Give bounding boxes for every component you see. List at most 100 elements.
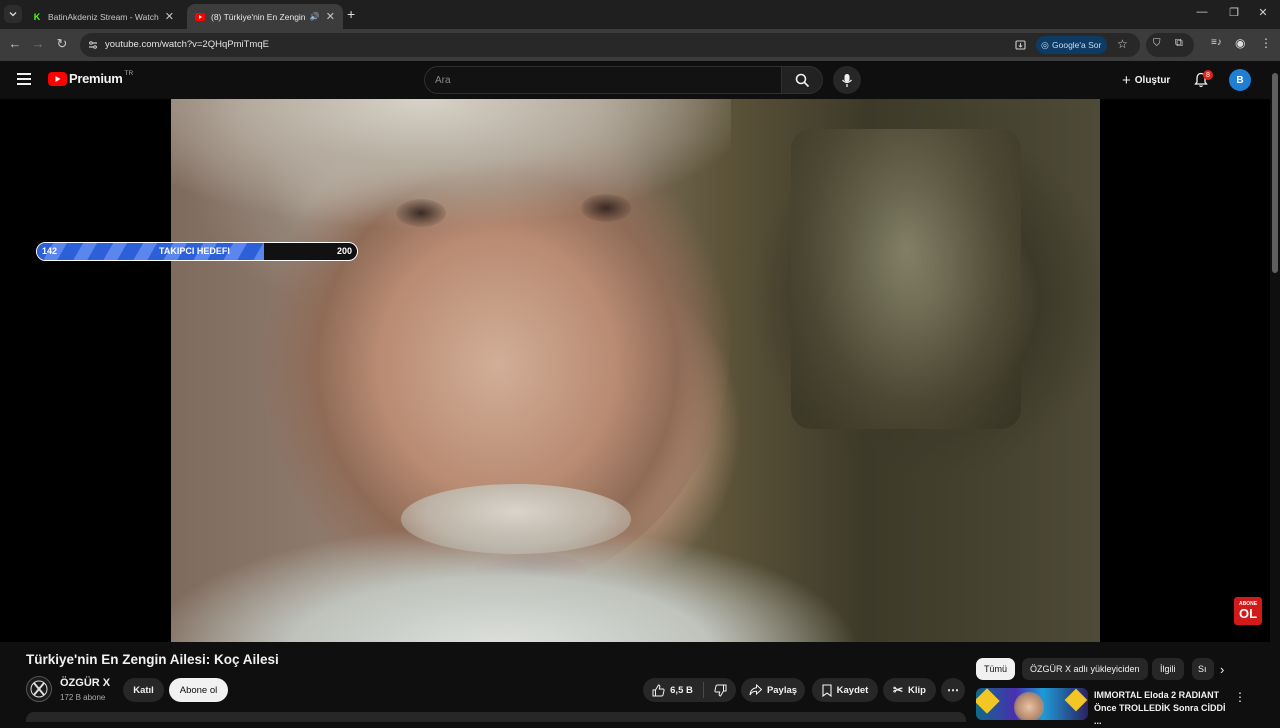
search-icon: [795, 73, 809, 87]
google-ask-button[interactable]: ◎ Google'a Sor: [1036, 36, 1108, 54]
google-ask-label: Google'a Sor: [1052, 40, 1102, 50]
channel-logo-icon: [30, 680, 48, 698]
forward-icon[interactable]: →: [29, 36, 47, 51]
reload-icon[interactable]: ↻: [53, 36, 71, 52]
like-dislike-group: 6,5 B: [643, 678, 736, 702]
kick-icon: K: [33, 11, 41, 22]
channel-avatar[interactable]: [26, 676, 52, 702]
tab-title: (8) Türkiye'nin En Zengin Ai: [211, 11, 306, 22]
recommendation-title[interactable]: IMMORTAL Eloda 2 RADIANT Önce TROLLEDİK …: [1094, 689, 1234, 728]
new-tab-button[interactable]: +: [347, 6, 355, 22]
speaker-icon[interactable]: 🔊: [310, 12, 320, 21]
save-label: Kaydet: [836, 684, 869, 696]
url-text: youtube.com/watch?v=2QHqPmiTmqE: [105, 39, 269, 50]
create-label: Oluştur: [1134, 74, 1171, 86]
address-bar[interactable]: youtube.com/watch?v=2QHqPmiTmqE ◎ Google…: [80, 33, 1140, 57]
subscribe-watermark[interactable]: ABONE OL: [1234, 597, 1262, 625]
profile-icon[interactable]: ◉: [1235, 36, 1245, 50]
search-input[interactable]: [425, 67, 781, 93]
channel-name[interactable]: ÖZGÜR X: [60, 677, 110, 689]
video-title: Türkiye'nin En Zengin Ailesi: Koç Ailesi: [26, 652, 279, 667]
video-eye-left: [396, 199, 446, 227]
watermark-line2: OL: [1238, 606, 1258, 621]
video-player[interactable]: 142 TAKIPCI HEDEFI 200 ABONE OL: [0, 99, 1270, 642]
clip-button[interactable]: ✂ Klip: [883, 678, 936, 702]
bookmark-icon: [822, 683, 832, 697]
video-hair: [171, 99, 731, 229]
logo-region: TR: [124, 70, 134, 77]
tab-title: BatinAkdeniz Stream - Watch Li: [48, 11, 159, 22]
tab-search-button[interactable]: [4, 5, 22, 23]
close-tab-icon[interactable]: ✕: [326, 10, 335, 23]
youtube-header: Premium TR + Oluştur 8 B: [0, 61, 1280, 99]
rank-badge-icon: [1064, 688, 1088, 712]
follower-goal-fill: [37, 243, 265, 260]
puzzle-icon[interactable]: ⧉: [1175, 37, 1183, 50]
share-button[interactable]: Paylaş: [741, 678, 805, 702]
clip-label: Klip: [908, 684, 926, 696]
join-button[interactable]: Katıl: [123, 678, 164, 702]
chip-truncated[interactable]: Sı: [1192, 658, 1214, 680]
video-background-clock: [791, 129, 1021, 429]
notification-count-badge: 8: [1203, 70, 1213, 80]
like-divider: [702, 682, 704, 698]
thumbnail-character: [1014, 692, 1044, 720]
chevron-right-icon[interactable]: ›: [1220, 662, 1224, 677]
search-box: [424, 66, 782, 94]
account-avatar[interactable]: B: [1229, 69, 1251, 91]
thumbs-up-icon: [652, 683, 665, 696]
video-frame[interactable]: [171, 99, 1100, 642]
plus-icon: +: [1122, 71, 1131, 89]
youtube-premium-logo[interactable]: Premium TR: [48, 70, 134, 86]
shield-icon[interactable]: ⛉: [1153, 38, 1161, 49]
follower-goal-bar: 142 TAKIPCI HEDEFI 200: [36, 242, 358, 261]
description-box[interactable]: [26, 712, 966, 722]
browser-toolbar: ← → ↻ youtube.com/watch?v=2QHqPmiTmqE ◎ …: [0, 29, 1280, 61]
chip-related[interactable]: İlgili: [1152, 658, 1184, 680]
minimize-icon[interactable]: —: [1187, 6, 1217, 18]
recommendation-thumbnail[interactable]: [976, 688, 1088, 720]
kebab-menu-icon[interactable]: ⋮: [1234, 690, 1246, 704]
subscribe-button[interactable]: Abone ol: [169, 678, 228, 702]
goal-target-value: 200: [336, 246, 352, 256]
media-control-icon[interactable]: ≡♪: [1211, 37, 1222, 48]
youtube-logo-icon: [48, 71, 67, 86]
rank-badge-icon: [976, 688, 1000, 714]
chrome-menu-icon[interactable]: ⋮: [1260, 36, 1272, 50]
goal-label: TAKIPCI HEDEFI: [159, 246, 230, 256]
bookmark-star-icon[interactable]: ☆: [1117, 37, 1128, 51]
share-arrow-icon: [749, 684, 762, 696]
like-button[interactable]: 6,5 B: [652, 683, 693, 697]
browser-tab-kick[interactable]: K BatinAkdeniz Stream - Watch Li ✕: [24, 4, 182, 29]
share-label: Paylaş: [766, 684, 798, 696]
thumbs-down-icon[interactable]: [714, 684, 727, 697]
subscriber-count: 172 B abone: [60, 693, 106, 702]
site-settings-icon[interactable]: [88, 40, 98, 50]
microphone-icon: [842, 73, 852, 87]
search-button[interactable]: [781, 66, 823, 94]
scrollbar-thumb[interactable]: [1272, 73, 1278, 273]
back-icon[interactable]: ←: [6, 36, 24, 51]
close-tab-icon[interactable]: ✕: [165, 10, 174, 23]
lens-icon: ◎: [1041, 40, 1049, 50]
browser-tab-youtube[interactable]: (8) Türkiye'nin En Zengin Ai 🔊 ✕: [187, 4, 343, 29]
install-app-icon[interactable]: [1015, 40, 1026, 51]
scissors-icon: ✂: [892, 683, 904, 697]
restore-icon[interactable]: ❐: [1219, 6, 1249, 19]
youtube-icon: [195, 12, 205, 22]
more-actions-button[interactable]: ⋯: [941, 678, 965, 702]
browser-tab-strip: K BatinAkdeniz Stream - Watch Li ✕ (8) T…: [0, 0, 1280, 29]
hamburger-menu-icon[interactable]: [17, 73, 31, 85]
video-eye-right: [581, 194, 631, 222]
close-window-icon[interactable]: ✕: [1248, 6, 1278, 19]
like-count: 6,5 B: [670, 684, 693, 696]
create-button[interactable]: + Oluştur: [1116, 69, 1176, 91]
save-button[interactable]: Kaydet: [812, 678, 878, 702]
page-scrollbar[interactable]: [1270, 61, 1280, 720]
voice-search-button[interactable]: [833, 66, 861, 94]
chevron-down-icon: [9, 12, 17, 17]
chip-from-uploader[interactable]: ÖZGÜR X adlı yükleyiciden: [1022, 658, 1148, 680]
logo-text: Premium: [69, 71, 123, 86]
video-shirt: [171, 502, 1100, 642]
chip-all[interactable]: Tümü: [976, 658, 1016, 680]
